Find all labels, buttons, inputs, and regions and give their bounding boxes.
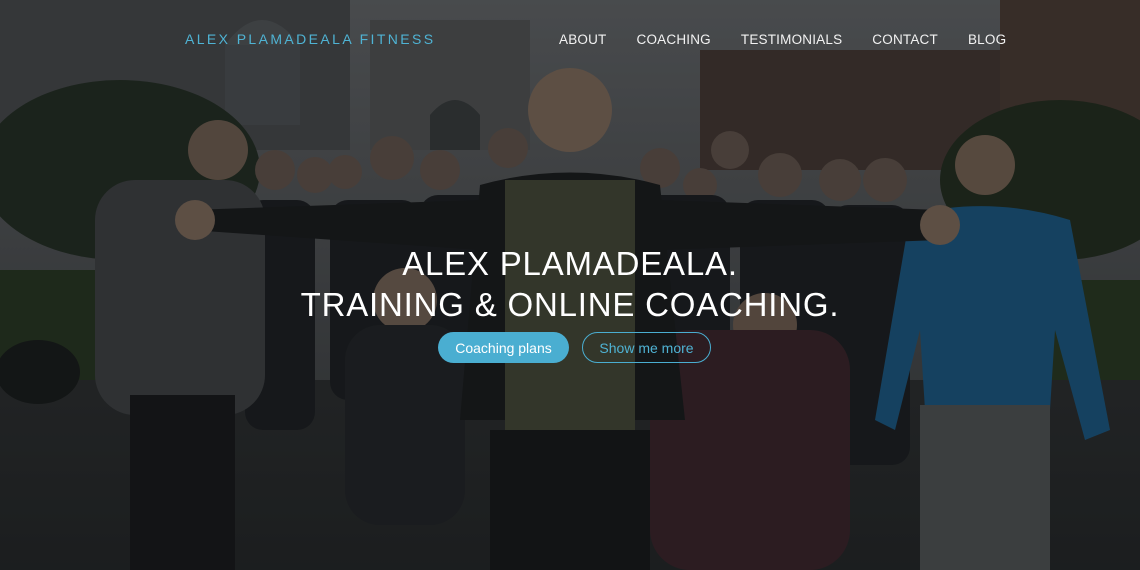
nav-item-coaching[interactable]: COACHING [637, 32, 711, 47]
show-me-more-button[interactable]: Show me more [582, 332, 711, 363]
nav-item-about[interactable]: ABOUT [559, 32, 607, 47]
hero-headline-line-2: TRAINING & ONLINE COACHING. [300, 286, 840, 323]
coaching-plans-button[interactable]: Coaching plans [438, 332, 569, 363]
nav-item-testimonials[interactable]: TESTIMONIALS [741, 32, 842, 47]
hero-cta-group: Coaching plans Show me more [438, 332, 711, 363]
brand-logo-link[interactable]: ALEX PLAMADEALA FITNESS [185, 31, 436, 47]
nav-item-blog[interactable]: BLOG [968, 32, 1006, 47]
hero-headline: ALEX PLAMADEALA. TRAINING & ONLINE COACH… [0, 243, 1140, 325]
hero-section: ALEX PLAMADEALA FITNESS ABOUT COACHING T… [0, 0, 1140, 570]
hero-headline-line-1: ALEX PLAMADEALA. [402, 245, 738, 282]
nav-menu: ABOUT COACHING TESTIMONIALS CONTACT BLOG [559, 32, 1006, 47]
nav-item-contact[interactable]: CONTACT [872, 32, 938, 47]
top-navigation: ALEX PLAMADEALA FITNESS ABOUT COACHING T… [0, 0, 1140, 80]
